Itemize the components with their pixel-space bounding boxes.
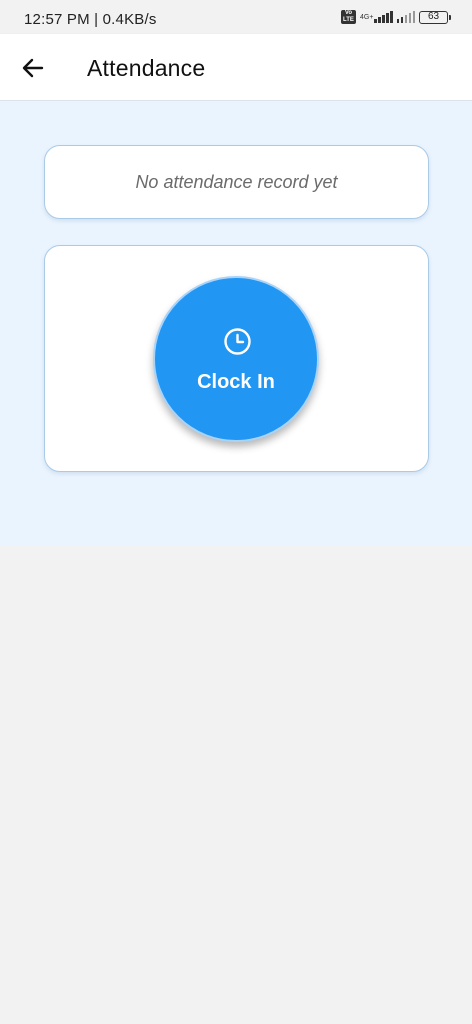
status-icons: Vo LTE 4G+ 63 (341, 10, 451, 24)
signal-secondary-icon (396, 11, 415, 23)
signal-icon (374, 11, 393, 23)
battery-icon: 63 (419, 10, 451, 24)
attendance-content: No attendance record yet Clock In (0, 101, 472, 546)
clock-icon (224, 328, 251, 355)
arrow-left-icon (22, 58, 44, 78)
volte-icon: Vo LTE (341, 10, 356, 24)
page-title: Attendance (87, 55, 206, 81)
clock-in-card: Clock In (44, 245, 429, 472)
status-bar: 12:57 PM | 0.4KB/s Vo LTE 4G+ 63 (0, 0, 472, 34)
app-bar: Attendance (0, 34, 472, 101)
network-type-label: 4G+ (360, 13, 374, 21)
attendance-record-card: No attendance record yet (44, 145, 429, 219)
back-button[interactable] (18, 53, 48, 83)
clock-in-button[interactable]: Clock In (153, 276, 319, 442)
clock-in-label: Clock In (197, 371, 275, 393)
empty-record-message: No attendance record yet (135, 171, 338, 192)
status-time: 12:57 PM | 0.4KB/s (24, 11, 157, 28)
